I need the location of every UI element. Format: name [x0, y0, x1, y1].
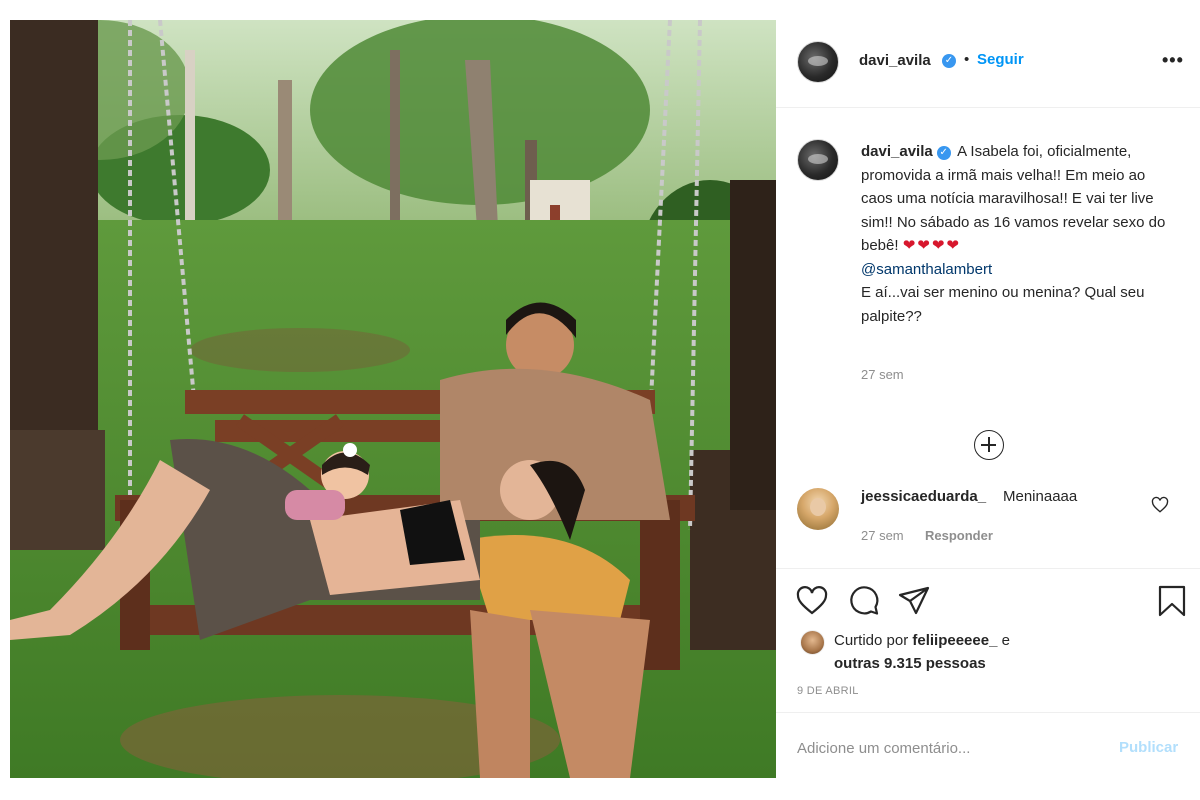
- plus-circle-icon[interactable]: [974, 430, 1004, 460]
- comment-item: jeessicaeduarda_ Meninaaaa 27 sem Respon…: [776, 488, 1200, 568]
- heart-emoji-icons: ❤❤❤❤: [902, 237, 961, 254]
- likes-prefix: Curtido por: [834, 632, 909, 649]
- publish-button[interactable]: Publicar: [1119, 739, 1178, 756]
- comment-icon[interactable]: [847, 584, 881, 618]
- post-actions: Curtido por feliipeeeee_ e outras 9.315 …: [776, 568, 1200, 712]
- liker-avatar[interactable]: [800, 630, 825, 655]
- caption-section: davi_avila ✓ A Isabela foi, oficialmente,…: [776, 108, 1200, 488]
- likes-summary: Curtido por feliipeeeee_ e outras 9.315 …: [834, 629, 1064, 675]
- follow-button[interactable]: Seguir: [977, 51, 1024, 68]
- comment-text: Meninaaaa: [1003, 488, 1078, 505]
- post-sidebar: davi_avila ✓ • Seguir ••• davi_avila ✓ A …: [776, 20, 1200, 800]
- likes-count-link[interactable]: outras 9.315 pessoas: [834, 655, 986, 672]
- comment-timestamp[interactable]: 27 sem: [861, 528, 904, 543]
- more-options-icon[interactable]: •••: [1162, 50, 1184, 71]
- author-avatar[interactable]: [797, 41, 839, 83]
- verified-badge-icon: ✓: [942, 54, 956, 68]
- photo-illustration: [10, 20, 776, 778]
- likes-conjunction: e: [1001, 632, 1010, 649]
- liker-username[interactable]: feliipeeeee_: [912, 632, 997, 649]
- caption-author-avatar[interactable]: [797, 139, 839, 181]
- caption-username[interactable]: davi_avila: [861, 143, 933, 160]
- heart-icon[interactable]: [795, 584, 829, 618]
- post-date[interactable]: 9 DE ABRIL: [797, 685, 859, 697]
- author-username[interactable]: davi_avila: [859, 52, 931, 69]
- post-header: davi_avila ✓ • Seguir •••: [776, 20, 1200, 108]
- caption-mention-link[interactable]: @samanthalambert: [861, 261, 992, 278]
- post-photo[interactable]: [10, 20, 776, 778]
- reply-button[interactable]: Responder: [925, 528, 993, 543]
- instagram-post-view: davi_avila ✓ • Seguir ••• davi_avila ✓ A …: [0, 0, 1200, 800]
- caption-question: E aí...vai ser menino ou menina? Qual se…: [861, 284, 1145, 325]
- header-separator: •: [964, 51, 970, 68]
- comment-username[interactable]: jeessicaeduarda_: [861, 488, 986, 505]
- caption-timestamp[interactable]: 27 sem: [861, 367, 904, 382]
- comment-like-heart-icon[interactable]: [1151, 496, 1169, 514]
- caption-text: davi_avila ✓ A Isabela foi, oficialmente,…: [861, 140, 1171, 328]
- commenter-avatar[interactable]: [797, 488, 839, 530]
- share-icon[interactable]: [897, 584, 931, 618]
- comment-input[interactable]: [797, 735, 1107, 761]
- add-comment-bar: Publicar: [776, 712, 1200, 800]
- bookmark-icon[interactable]: [1155, 584, 1189, 618]
- verified-badge-icon: ✓: [936, 146, 951, 160]
